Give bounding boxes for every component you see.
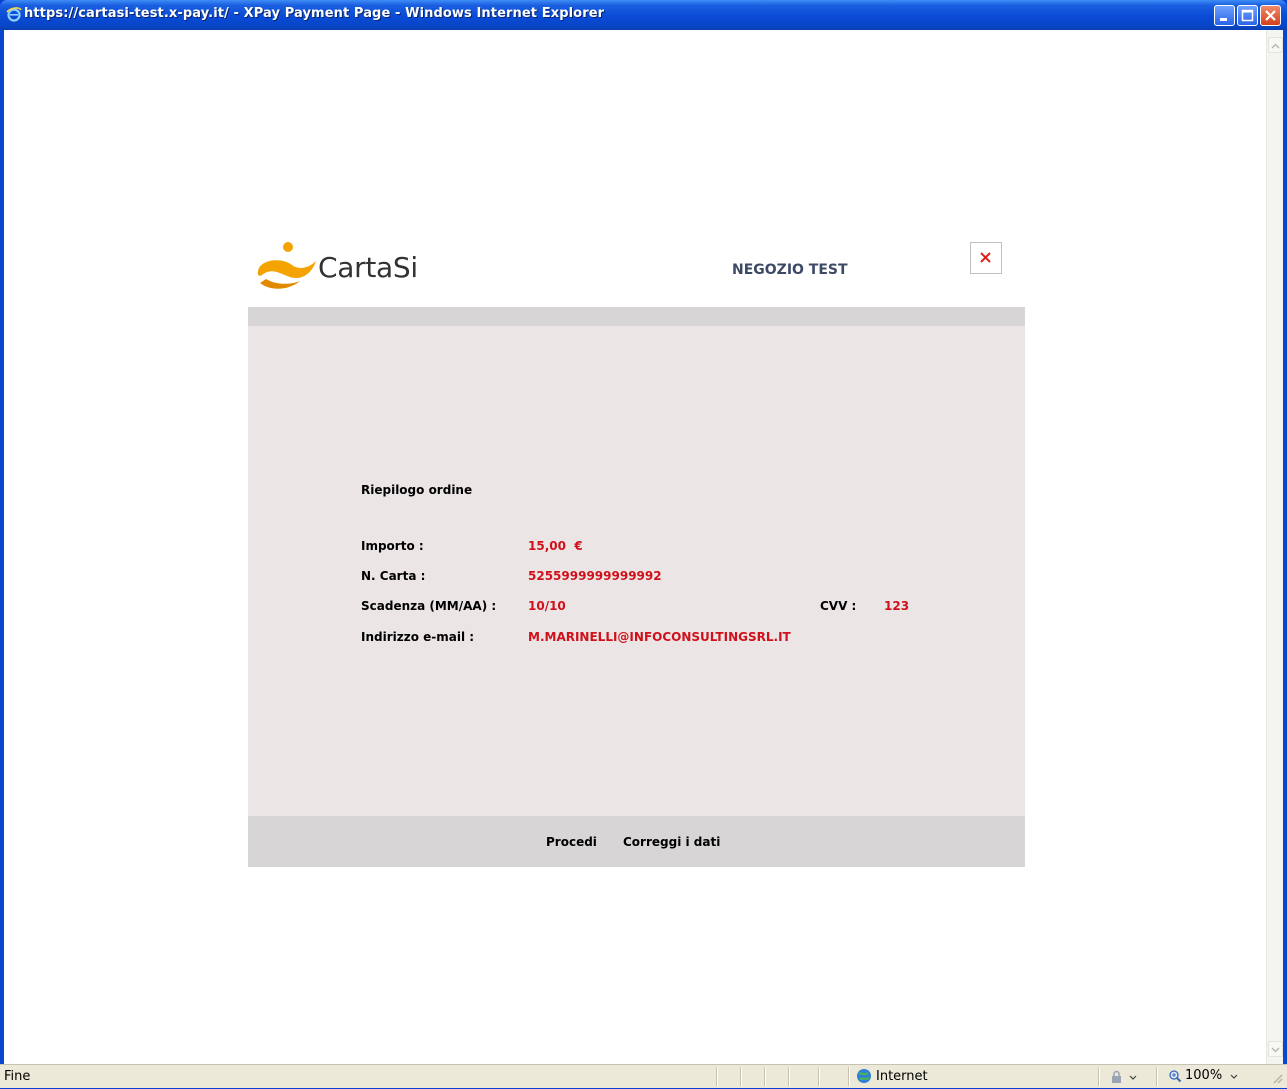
status-divider: [818, 1067, 820, 1086]
status-text: Fine: [4, 1069, 31, 1084]
status-divider: [740, 1067, 742, 1086]
zone-label: Internet: [876, 1068, 928, 1084]
protected-mode-button[interactable]: [1110, 1069, 1140, 1089]
status-divider: [1156, 1067, 1158, 1086]
shop-name: NEGOZIO TEST: [732, 262, 848, 278]
broken-image-icon: [970, 242, 1002, 274]
close-button[interactable]: [1260, 5, 1281, 26]
chevron-down-icon: [1230, 1074, 1238, 1079]
cartasi-logo: CartaSi: [252, 237, 452, 295]
cartasi-logo-icon: [257, 242, 316, 289]
summary-title: Riepilogo ordine: [361, 483, 473, 497]
email-value: M.MARINELLI@INFOCONSULTINGSRL.IT: [528, 630, 791, 644]
status-divider: [764, 1067, 766, 1086]
expiry-label: Scadenza (MM/AA) :: [361, 599, 497, 613]
chevron-up-icon: [1271, 43, 1280, 49]
chevron-down-icon: [1271, 1047, 1280, 1053]
correct-data-link[interactable]: Correggi i dati: [623, 835, 720, 849]
amount-label: Importo :: [361, 539, 424, 553]
zoom-control[interactable]: 100%: [1168, 1068, 1241, 1083]
window-title-bar[interactable]: https://cartasi-test.x-pay.it/ - XPay Pa…: [0, 0, 1287, 30]
scroll-down-button[interactable]: [1268, 1041, 1283, 1057]
email-label: Indirizzo e-mail :: [361, 630, 475, 644]
security-zone[interactable]: Internet: [856, 1068, 928, 1084]
cvv-value: 123: [884, 599, 910, 613]
amount-value: 15,00 €: [528, 539, 583, 553]
expiry-value: 10/10: [528, 599, 566, 613]
status-bar: Fine Internet 100%: [0, 1064, 1287, 1088]
maximize-button[interactable]: [1237, 5, 1258, 26]
vertical-scrollbar[interactable]: [1266, 30, 1283, 1064]
zoom-level: 100%: [1185, 1068, 1223, 1083]
status-divider: [1098, 1067, 1100, 1086]
status-divider: [788, 1067, 790, 1086]
ie-icon: [6, 6, 22, 22]
magnifier-icon: [1169, 1069, 1182, 1082]
panel-header-band: [248, 307, 1025, 326]
status-divider: [848, 1067, 850, 1086]
globe-icon: [857, 1069, 871, 1083]
status-divider: [716, 1067, 718, 1086]
cvv-label: CVV :: [820, 599, 857, 613]
resize-grip-icon[interactable]: [1272, 1073, 1284, 1089]
proceed-link[interactable]: Procedi: [546, 835, 597, 849]
minimize-icon: [1220, 18, 1227, 21]
minimize-button[interactable]: [1214, 5, 1235, 26]
logo-text: CartaSi: [318, 251, 418, 284]
close-icon: [1265, 10, 1276, 21]
card-value: 5255999999999992: [528, 569, 662, 583]
window-title: https://cartasi-test.x-pay.it/ - XPay Pa…: [24, 6, 605, 21]
maximize-icon: [1241, 9, 1254, 22]
window-frame-right: [1283, 30, 1287, 1064]
lock-icon: [1112, 1070, 1137, 1083]
scroll-up-button[interactable]: [1268, 37, 1283, 53]
card-label: N. Carta :: [361, 569, 426, 583]
